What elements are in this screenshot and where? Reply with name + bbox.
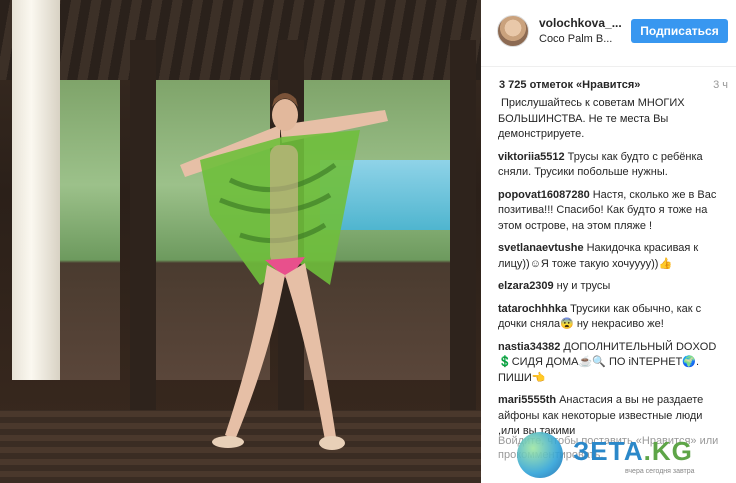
comment-author[interactable]: viktoriia5512	[498, 151, 565, 163]
photo-figure	[180, 93, 388, 450]
username-link[interactable]: volochkova_...	[539, 16, 622, 30]
photo-door-frame	[130, 40, 156, 410]
globe-logo-icon	[517, 432, 563, 478]
watermark-brand: ЗЕТА.KG	[573, 436, 693, 467]
photo-door-frame	[450, 40, 476, 410]
comment-author[interactable]: svetlanaevtushe	[498, 242, 584, 254]
comment-item: nastia34382 ДОПОЛНИТЕЛЬНЫЙ DOXOD 💲СИДЯ ДО…	[498, 340, 724, 387]
comment-author[interactable]: tatarochhhka	[498, 303, 567, 315]
avatar[interactable]	[497, 15, 529, 47]
comment-item: viktoriia5512 Трусы как будто с ребёнка с…	[498, 150, 724, 181]
watermark-brand-name: ЗЕТА	[573, 436, 644, 466]
watermark-tld: .KG	[643, 436, 693, 466]
comments-list[interactable]: Прислушайтесь к советам МНОГИХ БОЛЬШИНСТ…	[498, 96, 724, 454]
comment-author[interactable]: mari5555th	[498, 394, 556, 406]
photo-ceiling	[0, 0, 481, 80]
post-photo[interactable]	[0, 0, 481, 483]
post-header: volochkova_... Coco Palm B... Подписатьс…	[481, 0, 736, 67]
photo-window-left	[60, 80, 120, 380]
comment-author[interactable]: nastia34382	[498, 341, 560, 353]
comment-item: svetlanaevtushe Накидочка красивая к лицу…	[498, 241, 724, 272]
follow-button[interactable]: Подписаться	[631, 19, 728, 43]
photo-curtain	[12, 0, 60, 380]
instagram-post-modal: volochkova_... Coco Palm B... Подписатьс…	[0, 0, 736, 483]
location-link[interactable]: Coco Palm B...	[539, 33, 612, 45]
comment-text: ну и трусы	[556, 280, 611, 292]
likes-count[interactable]: 3 725 отметок «Нравится»	[499, 79, 640, 91]
comment-author[interactable]: popovat16087280	[498, 189, 590, 201]
comment-item: elzara2309 ну и трусы	[498, 279, 724, 295]
watermark-slogan: вчера сегодня завтра	[625, 468, 695, 475]
comment-text: Прислушайтесь к советам МНОГИХ БОЛЬШИНСТ…	[498, 97, 685, 140]
comment-author[interactable]: elzara2309	[498, 280, 554, 292]
post-time[interactable]: 3 ч	[713, 79, 728, 91]
post-side-panel: volochkova_... Coco Palm B... Подписатьс…	[481, 0, 736, 483]
comment-item: Прислушайтесь к советам МНОГИХ БОЛЬШИНСТ…	[498, 96, 724, 143]
comment-item: tatarochhhka Трусики как обычно, как с до…	[498, 302, 724, 333]
comment-item: popovat16087280 Настя, сколько же в Вас п…	[498, 188, 724, 235]
site-watermark: ЗЕТА.KG вчера сегодня завтра	[515, 430, 736, 483]
